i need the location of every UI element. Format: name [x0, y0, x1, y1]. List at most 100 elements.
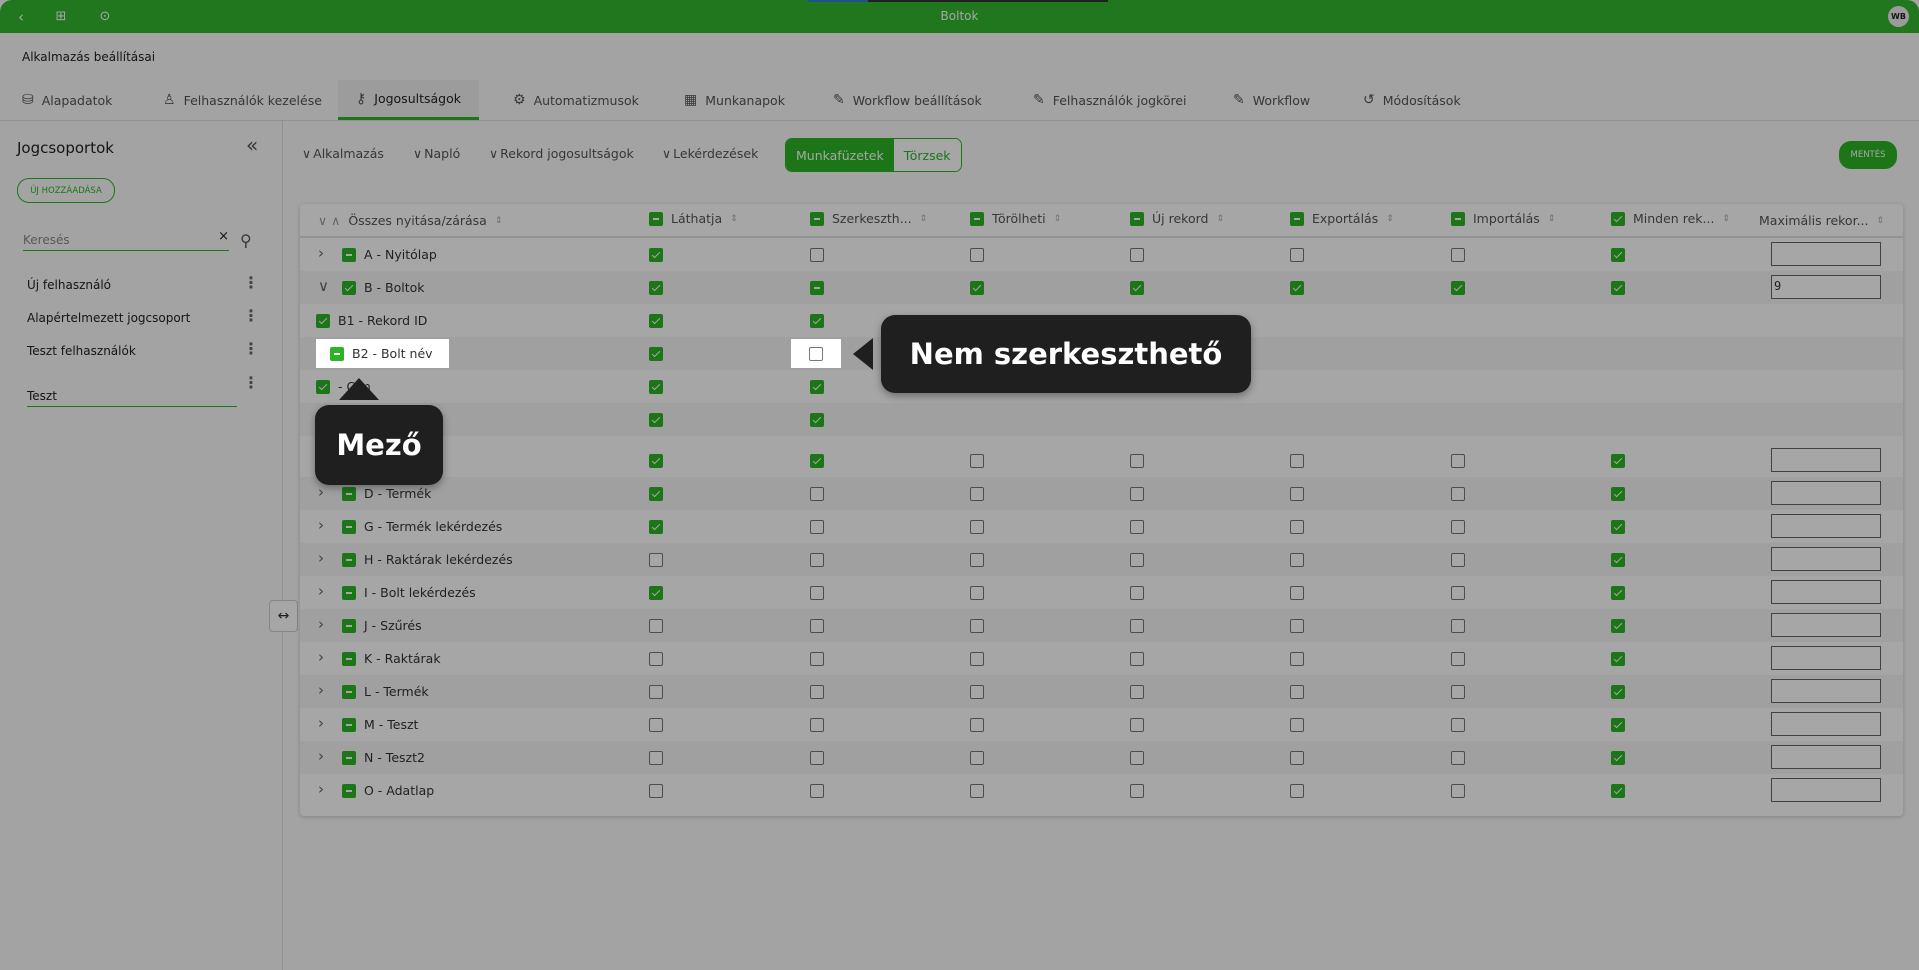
new-group-input[interactable]: Teszt: [27, 383, 237, 407]
permission-checkbox[interactable]: [649, 487, 663, 501]
permission-checkbox[interactable]: [1451, 281, 1465, 295]
segment-munkafuzetek[interactable]: Munkafüzetek: [786, 139, 894, 171]
permission-checkbox[interactable]: [649, 520, 663, 534]
permission-checkbox[interactable]: [1611, 281, 1625, 295]
permission-checkbox[interactable]: [649, 281, 663, 295]
permission-checkbox[interactable]: [1130, 784, 1144, 798]
permission-checkbox[interactable]: [1611, 718, 1625, 732]
permission-checkbox[interactable]: [649, 314, 663, 328]
tab-4[interactable]: ▦ Munkanapok: [666, 80, 803, 120]
permission-checkbox[interactable]: [649, 248, 663, 262]
permission-checkbox[interactable]: [1451, 553, 1465, 567]
row-checkbox[interactable]: [330, 347, 344, 361]
permission-checkbox[interactable]: [970, 520, 984, 534]
sort-icon[interactable]: ⇕: [495, 216, 503, 226]
sort-icon[interactable]: ⇕: [1548, 214, 1556, 224]
permission-checkbox[interactable]: [649, 751, 663, 765]
permission-checkbox[interactable]: [1130, 586, 1144, 600]
permission-checkbox[interactable]: [1290, 586, 1304, 600]
permission-checkbox[interactable]: [1290, 619, 1304, 633]
max-records-input[interactable]: [1771, 242, 1881, 266]
permission-checkbox[interactable]: [1451, 248, 1465, 262]
permission-checkbox[interactable]: [1290, 281, 1304, 295]
permission-checkbox[interactable]: [1130, 553, 1144, 567]
permission-checkbox[interactable]: [810, 586, 824, 600]
column-select-all-checkbox[interactable]: [649, 211, 663, 226]
chevron-right-icon[interactable]: ›: [318, 648, 324, 666]
row-checkbox[interactable]: [316, 314, 330, 328]
avatar[interactable]: WB: [1888, 6, 1909, 27]
permission-checkbox[interactable]: [970, 454, 984, 468]
sort-icon[interactable]: ⇕: [1386, 214, 1394, 224]
chevron-right-icon[interactable]: ›: [318, 714, 324, 732]
more-icon[interactable]: ⋮: [243, 275, 259, 291]
chevron-right-icon[interactable]: ›: [318, 582, 324, 600]
permission-checkbox[interactable]: [1611, 619, 1625, 633]
sort-icon[interactable]: ⇕: [920, 214, 928, 224]
column-select-all-checkbox[interactable]: [1290, 211, 1304, 226]
clear-icon[interactable]: ×: [218, 229, 229, 244]
permission-checkbox[interactable]: [1290, 454, 1304, 468]
permission-checkbox[interactable]: [810, 520, 824, 534]
max-records-input[interactable]: [1771, 580, 1881, 604]
permission-checkbox[interactable]: [1130, 751, 1144, 765]
permission-checkbox[interactable]: [1611, 685, 1625, 699]
tab-0[interactable]: ⛁ Alapadatok: [4, 80, 130, 120]
permission-checkbox[interactable]: [649, 652, 663, 666]
permission-checkbox[interactable]: [1290, 248, 1304, 262]
permission-checkbox[interactable]: [1451, 751, 1465, 765]
sort-icon[interactable]: ⇕: [730, 214, 738, 224]
max-records-input[interactable]: [1771, 745, 1881, 769]
tab-1[interactable]: ♙ Felhasználók kezelése: [145, 80, 340, 120]
sort-icon[interactable]: ⇕: [1722, 214, 1730, 224]
permission-checkbox[interactable]: [1451, 652, 1465, 666]
permission-checkbox[interactable]: [810, 281, 824, 295]
permission-checkbox[interactable]: [1611, 454, 1625, 468]
chevron-right-icon[interactable]: ›: [318, 747, 324, 765]
permission-checkbox[interactable]: [1451, 487, 1465, 501]
chevron-right-icon[interactable]: ›: [318, 516, 324, 534]
segment-torzsek[interactable]: Törzsek: [893, 139, 961, 171]
row-checkbox[interactable]: [342, 751, 356, 765]
sort-icon[interactable]: ⇕: [1877, 216, 1885, 226]
permission-checkbox[interactable]: [970, 586, 984, 600]
tab-8[interactable]: ↺ Módosítások: [1345, 80, 1479, 120]
permission-checkbox[interactable]: [649, 619, 663, 633]
permission-checkbox[interactable]: [1611, 487, 1625, 501]
permission-checkbox[interactable]: [1290, 652, 1304, 666]
chevron-right-icon[interactable]: ›: [318, 615, 324, 633]
sort-icon[interactable]: ⇕: [1054, 214, 1062, 224]
column-select-all-checkbox[interactable]: [810, 211, 824, 226]
permission-checkbox[interactable]: [970, 718, 984, 732]
filter-naplo[interactable]: ∨ Napló: [413, 146, 460, 161]
permission-checkbox[interactable]: [1130, 520, 1144, 534]
permission-checkbox[interactable]: [1451, 718, 1465, 732]
permission-checkbox[interactable]: [1130, 619, 1144, 633]
max-records-input[interactable]: [1771, 613, 1881, 637]
permission-checkbox[interactable]: [970, 553, 984, 567]
permission-checkbox[interactable]: [810, 248, 824, 262]
chevron-right-icon[interactable]: ›: [318, 483, 324, 501]
permission-checkbox[interactable]: [810, 685, 824, 699]
permission-checkbox[interactable]: [970, 248, 984, 262]
permission-checkbox[interactable]: [649, 553, 663, 567]
permission-checkbox[interactable]: [1451, 586, 1465, 600]
max-records-input[interactable]: [1771, 646, 1881, 670]
add-group-button[interactable]: ÚJ HOZZÁADÁSA: [17, 178, 115, 203]
more-icon[interactable]: ⋮: [243, 341, 259, 357]
permission-checkbox[interactable]: [1290, 487, 1304, 501]
column-select-all-checkbox[interactable]: [1451, 211, 1465, 226]
resize-handle-icon[interactable]: ↔: [269, 600, 298, 632]
permission-checkbox[interactable]: [810, 751, 824, 765]
max-records-input[interactable]: [1771, 514, 1881, 538]
permission-checkbox[interactable]: [1451, 685, 1465, 699]
permission-checkbox[interactable]: [1130, 454, 1144, 468]
permission-checkbox[interactable]: [970, 685, 984, 699]
permission-checkbox[interactable]: [810, 380, 824, 394]
row-checkbox[interactable]: [342, 586, 356, 600]
permission-checkbox[interactable]: [649, 347, 663, 361]
more-icon[interactable]: ⋮: [243, 375, 259, 391]
max-records-input[interactable]: [1771, 778, 1881, 802]
permission-checkbox[interactable]: [810, 553, 824, 567]
column-select-all-checkbox[interactable]: [1611, 211, 1625, 226]
